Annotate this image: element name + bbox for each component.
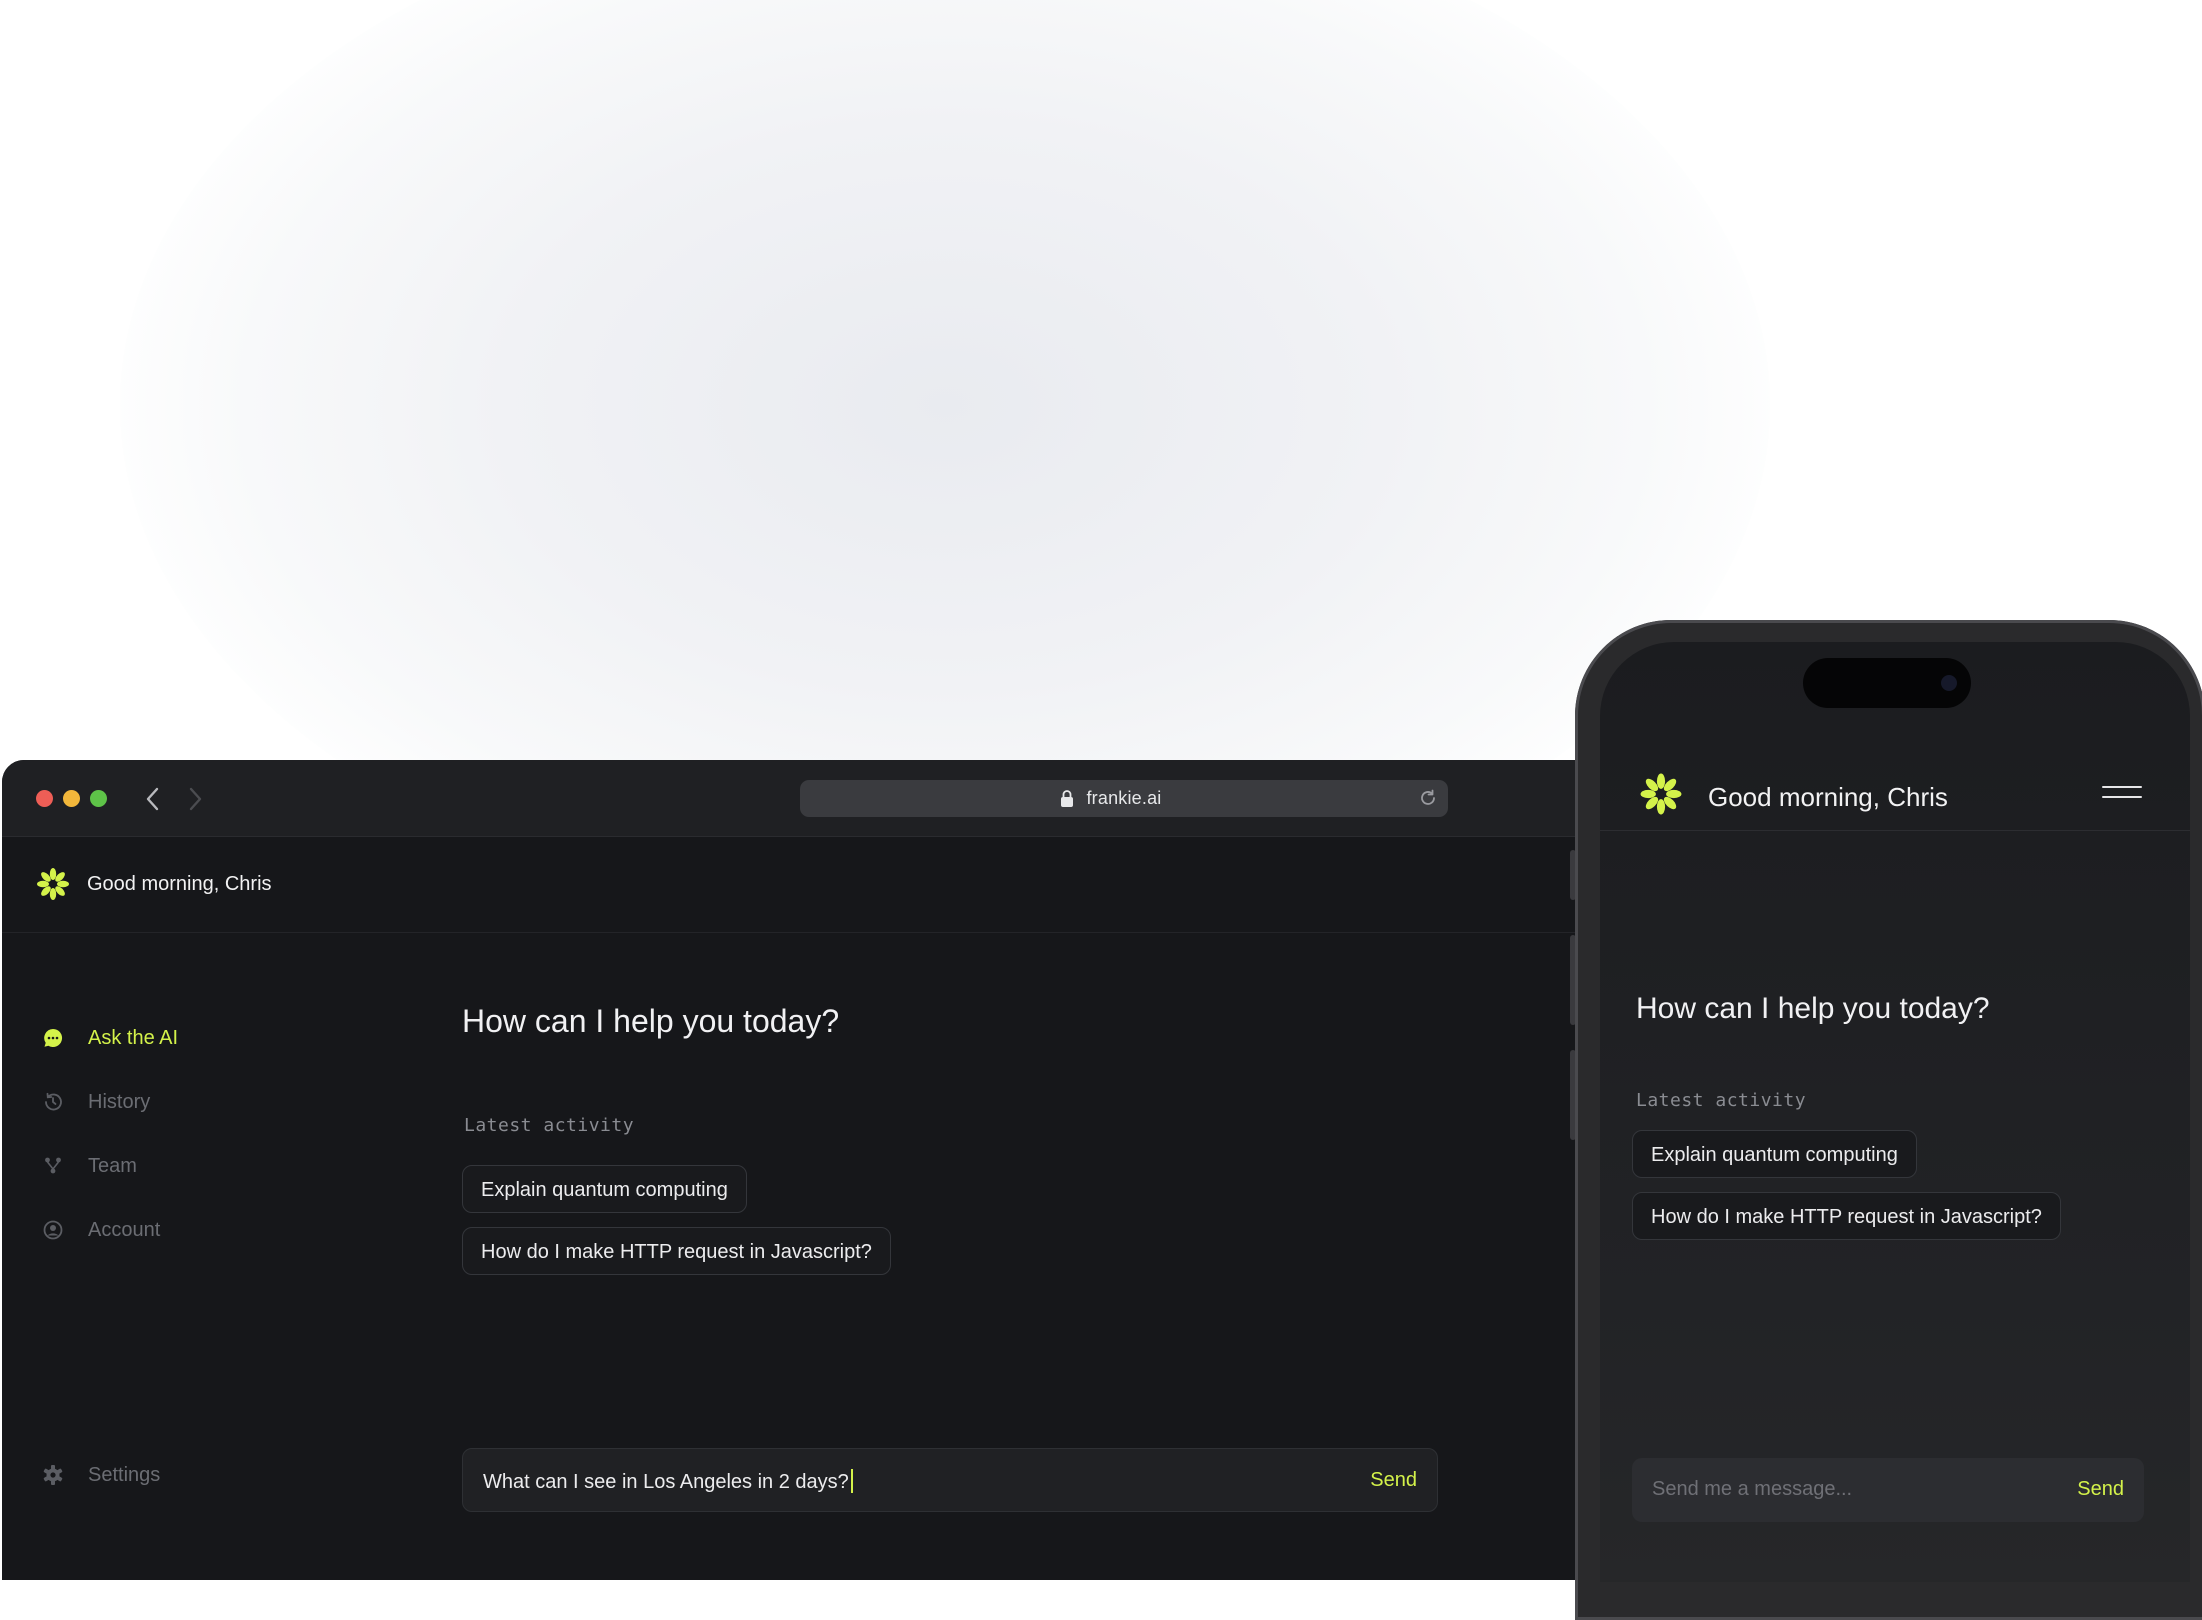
sidebar-item-label: Account <box>88 1219 161 1241</box>
sidebar-item-ask-the-ai[interactable]: Ask the AI <box>42 1023 342 1055</box>
close-window-button[interactable] <box>36 790 53 807</box>
page-title: How can I help you today? <box>462 1003 840 1039</box>
sidebar-item-account[interactable]: Account <box>42 1215 342 1247</box>
dynamic-island <box>1803 658 1971 708</box>
gear-icon <box>43 1465 63 1485</box>
flower-logo-icon <box>37 868 69 900</box>
sidebar-item-label: Ask the AI <box>88 1027 179 1049</box>
address-bar[interactable]: frankie.ai <box>800 780 1448 817</box>
send-button[interactable]: Send <box>2077 1478 2124 1501</box>
activity-chip[interactable]: Explain quantum computing <box>1632 1130 1917 1178</box>
sidebar-item-label: Team <box>88 1155 137 1177</box>
message-input[interactable]: Send me a message... Send <box>1632 1458 2144 1522</box>
latest-activity-label: Latest activity <box>1636 1090 1807 1111</box>
settings-label: Settings <box>88 1464 161 1486</box>
sidebar-item-label: History <box>88 1091 151 1113</box>
back-arrow-icon[interactable] <box>138 782 168 816</box>
activity-chip[interactable]: Explain quantum computing <box>462 1165 747 1213</box>
sidebar-item-settings[interactable]: Settings <box>42 1460 242 1492</box>
account-icon <box>43 1220 63 1240</box>
send-button[interactable]: Send <box>1370 1469 1417 1492</box>
text-caret <box>850 1469 853 1493</box>
phone-app-header: Good morning, Chris <box>1600 732 2190 831</box>
hamburger-menu-icon[interactable] <box>2102 784 2142 802</box>
message-input-value: What can I see in Los Angeles in 2 days? <box>483 1471 849 1493</box>
page-title: How can I help you today? <box>1636 992 1990 1025</box>
camera-icon <box>1941 675 1957 691</box>
browser-window: frankie.ai Good morning, Chris Ask the A… <box>2 760 1622 1580</box>
greeting-text: Good morning, Chris <box>1708 782 1948 812</box>
history-icon <box>45 1092 62 1111</box>
minimize-window-button[interactable] <box>63 790 80 807</box>
phone-screen: Good morning, Chris How can I help you t… <box>1600 642 2190 1582</box>
flower-logo-icon <box>1640 773 1682 815</box>
team-icon <box>45 1157 61 1174</box>
forward-arrow-icon[interactable] <box>180 782 210 816</box>
activity-chip[interactable]: How do I make HTTP request in Javascript… <box>1632 1192 2061 1240</box>
message-input[interactable]: What can I see in Los Angeles in 2 days?… <box>462 1448 1438 1512</box>
reload-icon[interactable] <box>1418 788 1438 808</box>
greeting-text: Good morning, Chris <box>87 873 272 895</box>
activity-chip[interactable]: How do I make HTTP request in Javascript… <box>462 1227 891 1275</box>
latest-activity-label: Latest activity <box>464 1115 635 1136</box>
browser-titlebar: frankie.ai <box>2 760 1622 837</box>
app-header: Good morning, Chris <box>2 836 1622 933</box>
maximize-window-button[interactable] <box>90 790 107 807</box>
chat-bubble-icon <box>44 1028 63 1047</box>
url-text: frankie.ai <box>1086 788 1162 808</box>
sidebar-item-history[interactable]: History <box>42 1087 342 1119</box>
message-input-placeholder: Send me a message... <box>1652 1478 1853 1500</box>
sidebar-item-team[interactable]: Team <box>42 1151 342 1183</box>
